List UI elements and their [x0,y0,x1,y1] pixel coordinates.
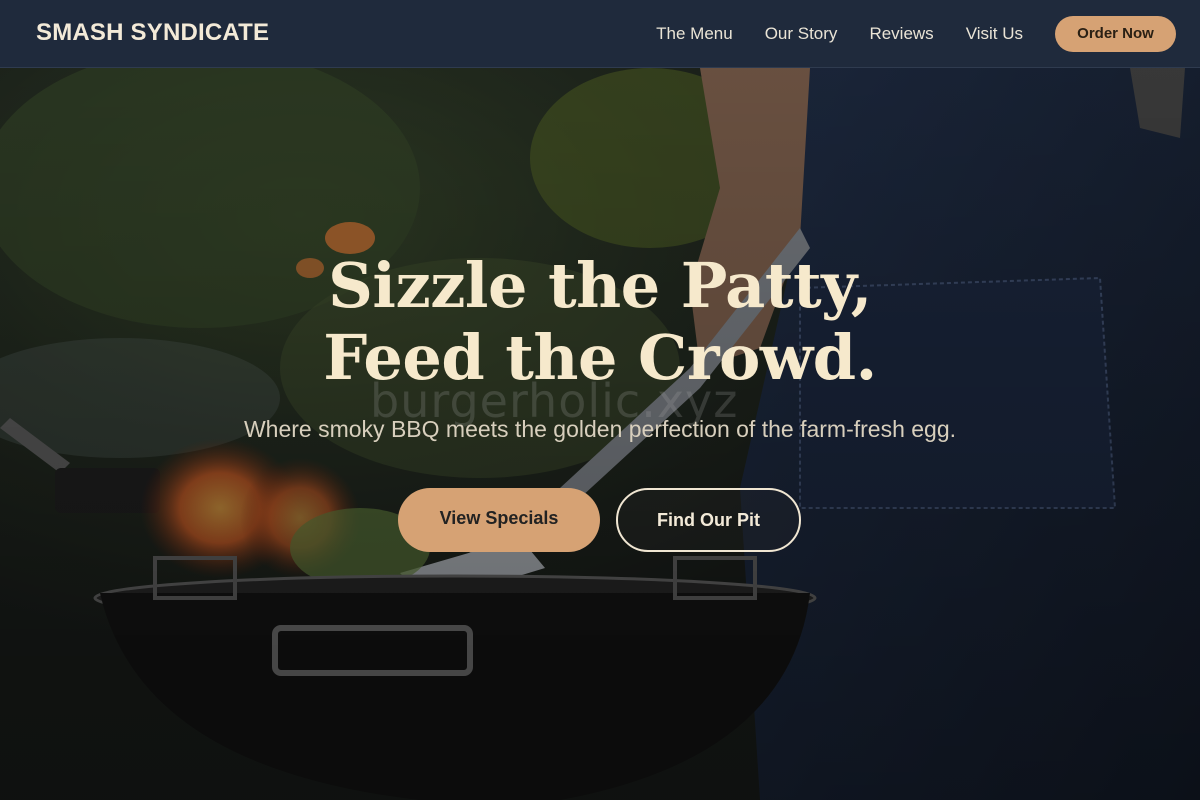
brand-logo[interactable]: SMASH SYNDICATE [36,19,269,47]
site-header: SMASH SYNDICATE The Menu Our Story Revie… [0,0,1200,68]
hero-subtitle: Where smoky BBQ meets the golden perfect… [243,416,957,442]
nav-link-menu[interactable]: The Menu [656,16,733,52]
nav-link-our-story[interactable]: Our Story [765,16,838,52]
view-specials-button[interactable]: View Specials [398,488,600,552]
hero-headline-line-1: Sizzle the Patty, [328,249,872,322]
nav-link-visit-us[interactable]: Visit Us [966,16,1023,52]
main-nav: The Menu Our Story Reviews Visit Us Orde… [624,16,1176,52]
nav-link-reviews[interactable]: Reviews [869,16,933,52]
find-our-pit-button[interactable]: Find Our Pit [616,488,801,552]
hero-content: burgerholic.xyz Sizzle the Patty, Feed t… [0,68,1200,800]
hero-headline-line-2: Feed the Crowd. [323,321,877,394]
order-now-button[interactable]: Order Now [1055,16,1176,52]
hero-section: burgerholic.xyz Sizzle the Patty, Feed t… [0,68,1200,800]
